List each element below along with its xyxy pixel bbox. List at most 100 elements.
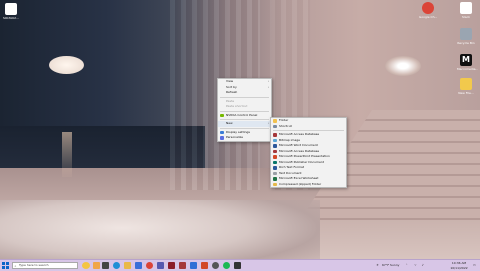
weather-text[interactable]: 67°F Sunny: [382, 260, 399, 271]
submenu-item-compressed-folder[interactable]: Compressed (zipped) Folder: [271, 182, 346, 188]
menu-item-label: Rich Text Format: [279, 165, 305, 169]
menu-item-label: Display settings: [226, 129, 250, 134]
desktop-icon-label: Recycle Bin: [457, 41, 475, 45]
menu-item-label: View: [226, 79, 234, 83]
menu-item-personalize[interactable]: Personalize: [218, 135, 271, 141]
folder-icon: [273, 119, 277, 123]
menu-item-nvidia-control-panel[interactable]: NVIDIA Control Panel: [218, 113, 271, 119]
network-icon[interactable]: ⌔: [414, 260, 417, 271]
menu-separator: [220, 96, 269, 98]
menu-item-label: Refresh: [226, 90, 238, 94]
menu-item-label: Microsoft Publisher Document: [279, 159, 324, 164]
desktop-context-menu: View › Sort by › Refresh Paste Paste short…: [217, 78, 272, 142]
access-icon[interactable]: [179, 262, 186, 269]
notification-icon[interactable]: ▭: [473, 260, 476, 271]
slack-icon: [460, 2, 472, 14]
m-logo-icon: M: [460, 54, 472, 66]
menu-separator: [220, 127, 269, 129]
rtf-icon: [273, 166, 277, 170]
menu-item-label: Compressed (zipped) Folder: [279, 181, 322, 186]
publisher-icon: [273, 160, 277, 164]
wallpaper-moon: [49, 56, 84, 74]
file-icon: [5, 3, 17, 15]
menu-item-label: NVIDIA Control Panel: [226, 112, 258, 117]
cortana-icon[interactable]: [82, 262, 90, 269]
bitmap-icon: [273, 138, 277, 142]
chevron-right-icon: ›: [267, 121, 269, 125]
menu-item-label: Paste: [226, 98, 235, 103]
chevron-up-icon[interactable]: ˄: [406, 260, 408, 271]
menu-separator: [273, 130, 344, 131]
spotify-icon[interactable]: [223, 262, 230, 269]
chrome-icon[interactable]: [146, 262, 153, 269]
wallpaper-lamp: [385, 56, 421, 76]
display-icon: [220, 130, 224, 134]
desktop-icon[interactable]: Slack: [457, 2, 475, 19]
text-document-icon: [273, 171, 277, 175]
mail-icon[interactable]: [190, 262, 197, 269]
submenu-item-shortcut[interactable]: Shortcut: [271, 124, 346, 130]
new-submenu: Folder Shortcut Microsoft Access Databas…: [270, 117, 347, 188]
wallpaper-reflection: [62, 132, 72, 177]
wallpaper-bed: [0, 200, 320, 259]
search-icon: ⌕: [14, 264, 17, 268]
word-icon: [273, 144, 277, 148]
excel-icon: [273, 177, 277, 181]
edge-icon[interactable]: [113, 262, 120, 269]
access-icon: [273, 133, 277, 137]
weather-icon[interactable]: ☀: [376, 260, 379, 271]
start-button[interactable]: [2, 262, 9, 269]
volume-icon[interactable]: ♪: [422, 260, 424, 271]
menu-item-label: Microsoft Excel Worksheet: [279, 176, 319, 180]
chrome-icon: [422, 2, 434, 14]
menu-item-refresh[interactable]: Refresh: [218, 90, 271, 96]
menu-item-label: Sort by: [226, 84, 237, 89]
desktop-wallpaper[interactable]: SOLTAK2... Google Ch... Slack Recycle Bi…: [0, 0, 480, 259]
menu-item-label: Shortcut: [279, 123, 292, 128]
desktop-icon[interactable]: M Macromedia...: [457, 54, 479, 71]
clock[interactable]: 10:36 AM 10/11/2022: [447, 261, 471, 270]
search-input[interactable]: ⌕ Type here to search: [12, 262, 78, 269]
teams-icon[interactable]: [157, 262, 164, 269]
menu-item-label: Microsoft Access Database: [279, 132, 320, 136]
menu-separator: [220, 110, 269, 112]
desktop-icon-label: Slack: [462, 15, 470, 19]
desktop-icon[interactable]: Recycle Bin: [457, 28, 475, 45]
menu-item-label: Personalize: [226, 135, 244, 139]
task-view-icon[interactable]: [102, 262, 109, 269]
menu-item-label: Microsoft Access Database: [279, 148, 320, 153]
menu-item-label: Paste shortcut: [226, 104, 248, 108]
menu-item-label: Folder: [279, 118, 289, 122]
powerpoint-icon[interactable]: [201, 262, 208, 269]
personalize-icon: [220, 136, 224, 140]
widget-icon[interactable]: [93, 262, 100, 269]
menu-item-label: Microsoft PowerPoint Presentation: [279, 154, 330, 158]
app2-icon[interactable]: [234, 262, 241, 269]
desktop-icon-label: Macromedia...: [457, 67, 479, 71]
recycle-bin-icon: [460, 28, 472, 40]
taskbar: ⌕ Type here to search ☀ 67°F Sunny ˄ ⌔ ♪…: [0, 259, 480, 271]
desktop-icon-label: SOLTAK2...: [3, 16, 19, 20]
settings-icon[interactable]: [212, 262, 219, 269]
desktop-icon-label: Google Ch...: [419, 15, 438, 19]
app-icon[interactable]: [168, 262, 175, 269]
menu-item-label: New: [226, 121, 233, 125]
access-icon: [273, 149, 277, 153]
nvidia-icon: [220, 113, 224, 117]
menu-item-label: Bitmap image: [279, 137, 301, 142]
zip-folder-icon: [273, 182, 277, 186]
menu-item-label: Text Document: [279, 170, 302, 175]
clock-date: 10/11/2022: [450, 265, 468, 270]
store-icon[interactable]: [135, 262, 142, 269]
shortcut-icon: [273, 124, 277, 128]
menu-item-paste-shortcut[interactable]: Paste shortcut: [218, 104, 271, 110]
menu-item-label: Microsoft Word Document: [279, 143, 318, 147]
search-placeholder: Type here to search: [19, 263, 49, 267]
desktop-icon[interactable]: SOLTAK2...: [2, 3, 20, 20]
file-explorer-icon[interactable]: [124, 262, 131, 269]
desktop-icon[interactable]: Google Ch...: [419, 2, 437, 19]
menu-item-new[interactable]: New ›: [218, 121, 271, 127]
file-icon: [460, 78, 472, 90]
desktop-icon[interactable]: New File...: [457, 78, 475, 95]
desktop-icon-label: New File...: [458, 91, 474, 95]
